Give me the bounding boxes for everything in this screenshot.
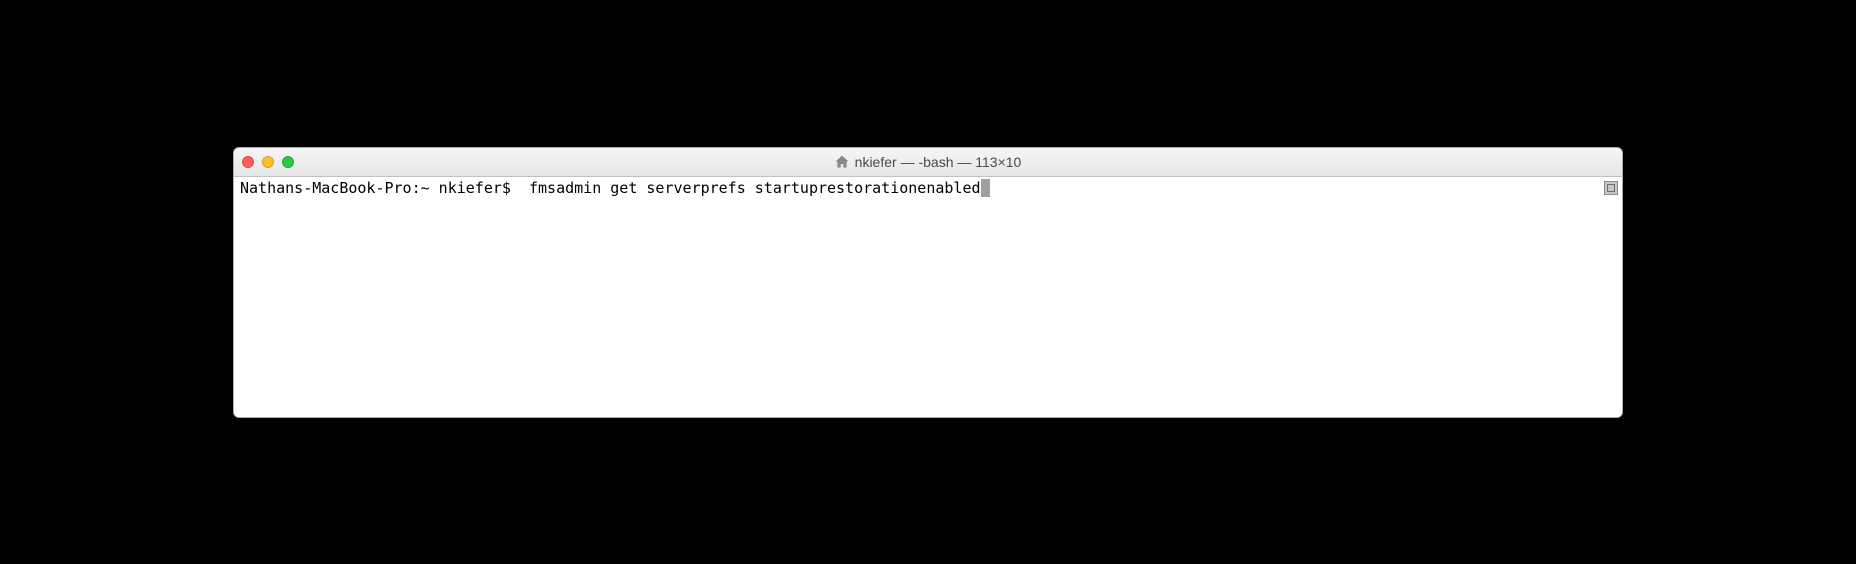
terminal-body[interactable]: Nathans-MacBook-Pro:~ nkiefer$ fmsadmin …: [234, 177, 1622, 417]
terminal-prompt: Nathans-MacBook-Pro:~ nkiefer$: [240, 179, 529, 199]
window-title: nkiefer — -bash — 113×10: [855, 154, 1022, 170]
window-title-wrap: nkiefer — -bash — 113×10: [234, 154, 1622, 170]
scroll-indicator-icon[interactable]: [1604, 181, 1618, 195]
terminal-command: fmsadmin get serverprefs startuprestorat…: [529, 179, 981, 199]
terminal-line: Nathans-MacBook-Pro:~ nkiefer$ fmsadmin …: [240, 179, 1616, 199]
home-icon: [835, 155, 849, 169]
zoom-button[interactable]: [282, 156, 294, 168]
terminal-cursor: [981, 179, 990, 197]
traffic-lights: [242, 156, 294, 168]
minimize-button[interactable]: [262, 156, 274, 168]
terminal-window: nkiefer — -bash — 113×10 Nathans-MacBook…: [233, 147, 1623, 418]
close-button[interactable]: [242, 156, 254, 168]
window-titlebar[interactable]: nkiefer — -bash — 113×10: [234, 148, 1622, 177]
